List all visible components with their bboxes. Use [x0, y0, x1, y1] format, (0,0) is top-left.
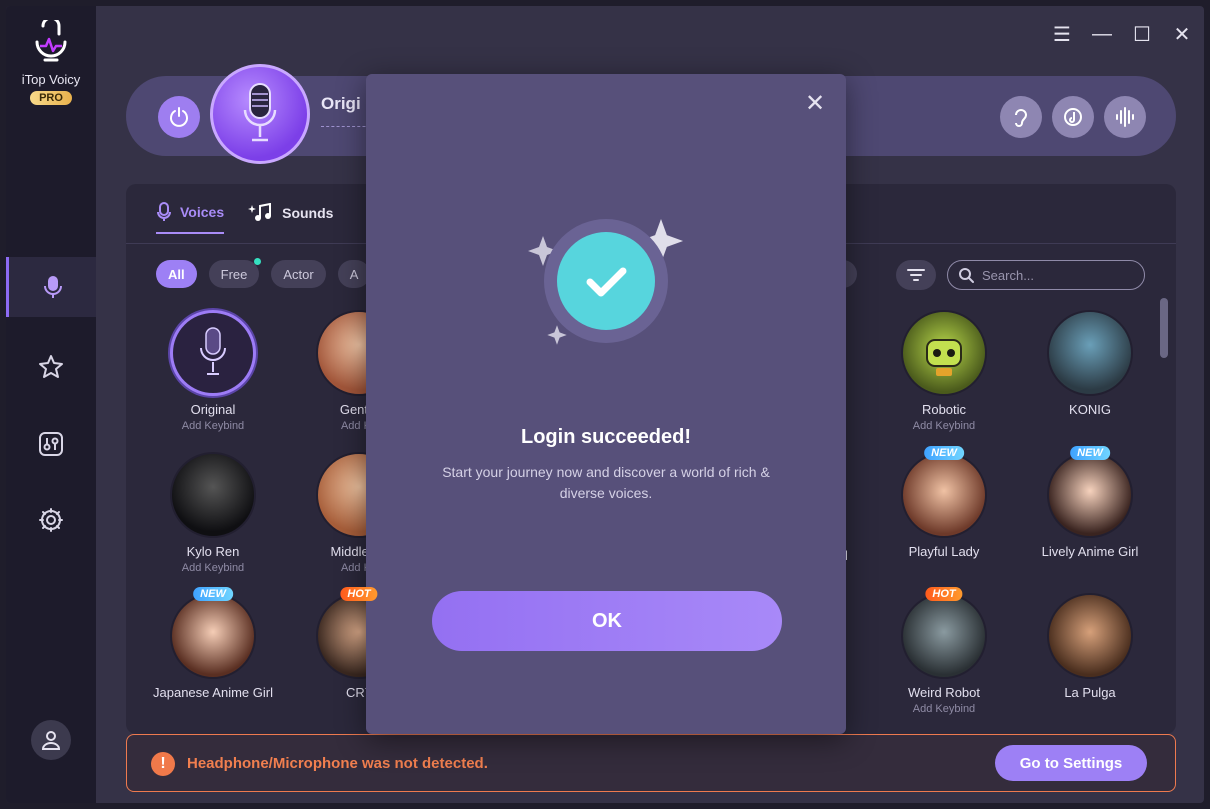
ear-icon[interactable] — [1000, 96, 1042, 138]
voice-avatar — [1047, 593, 1133, 679]
voice-avatar — [901, 310, 987, 396]
voice-card-lively-anime-girl[interactable]: NEW Lively Anime Girl — [1017, 446, 1163, 559]
hot-badge: HOT — [925, 587, 963, 601]
voice-name: La Pulga — [1064, 685, 1116, 700]
search-box[interactable] — [947, 260, 1145, 290]
device-alert-bar: ! Headphone/Microphone was not detected.… — [126, 734, 1176, 792]
app-window: iTop Voicy PRO ☰ — ☐ ✕ Origi Voices Soun… — [6, 6, 1204, 803]
nav-mixer[interactable] — [6, 414, 96, 474]
sort-filter-button[interactable] — [896, 260, 936, 290]
current-voice-name: Origi — [321, 94, 361, 113]
tab-sounds-label: Sounds — [282, 205, 334, 221]
brand-name: iTop Voicy — [21, 72, 81, 87]
star-sparkle-icon — [39, 355, 63, 378]
voice-avatar — [1047, 310, 1133, 396]
microphone-icon — [200, 327, 226, 375]
warning-icon: ! — [151, 752, 175, 776]
account-button[interactable] — [31, 720, 71, 760]
maximize-icon[interactable]: ☐ — [1132, 24, 1152, 46]
voice-card-la-pulga[interactable]: La Pulga — [1017, 593, 1163, 700]
voice-name: Original — [190, 402, 236, 417]
voice-name: Playful Lady — [908, 544, 980, 559]
subtitle-line-1: Start your journey now and discover a wo… — [442, 464, 770, 480]
sidebar: iTop Voicy PRO — [6, 6, 96, 803]
microphone-icon — [243, 83, 277, 142]
search-input[interactable] — [982, 267, 1132, 283]
nav-voices[interactable] — [6, 257, 96, 317]
voice-card-japanese-anime-girl[interactable]: NEW Japanese Anime Girl — [140, 587, 286, 700]
new-badge: NEW — [1070, 446, 1110, 460]
voice-name: KONIG — [1069, 402, 1111, 417]
voice-avatar — [170, 452, 256, 538]
add-keybind-link[interactable]: Add Keybind — [871, 420, 1017, 432]
filter-all[interactable]: All — [156, 260, 197, 288]
check-icon — [557, 232, 655, 330]
voice-card-playful-lady[interactable]: NEW Playful Lady — [871, 446, 1017, 559]
equalizer-icon — [39, 432, 63, 456]
tab-voices[interactable]: Voices — [156, 202, 225, 234]
new-badge: NEW — [193, 587, 233, 601]
tab-sounds[interactable]: Sounds — [248, 202, 333, 234]
new-dot — [254, 258, 262, 265]
power-icon — [170, 107, 188, 127]
dialog-title: Login succeeded! — [520, 426, 692, 448]
minimize-icon[interactable]: — — [1092, 23, 1112, 45]
current-voice-avatar — [210, 64, 310, 164]
menu-icon[interactable]: ☰ — [1052, 24, 1072, 46]
voice-name: Weird Robot — [907, 685, 980, 700]
voice-card-kylo-ren[interactable]: Kylo Ren Add Keybind — [140, 452, 286, 574]
voice-card-weird-robot[interactable]: HOT Weird Robot Add Keybind — [871, 587, 1017, 715]
voice-name: Kylo Ren — [186, 544, 240, 559]
waveform-icon[interactable] — [1104, 96, 1146, 138]
tab-bar: Voices Sounds — [156, 202, 333, 234]
success-badge — [544, 219, 668, 343]
voice-card-konig[interactable]: KONIG — [1017, 310, 1163, 420]
go-to-settings-button[interactable]: Go to Settings — [995, 745, 1147, 781]
user-icon — [41, 731, 61, 750]
tab-voices-label: Voices — [180, 204, 225, 220]
nav-settings[interactable] — [6, 490, 96, 550]
nav-effects[interactable] — [6, 337, 96, 397]
alert-message: Headphone/Microphone was not detected. — [187, 755, 488, 772]
add-keybind-link[interactable]: Add Keybind — [871, 703, 1017, 715]
filter-chips: All Free Actor A — [156, 258, 371, 288]
close-window-icon[interactable]: ✕ — [1172, 24, 1192, 46]
login-success-dialog: ✕ Login succeeded! Start your journey no… — [366, 74, 846, 734]
power-button[interactable] — [158, 96, 200, 138]
voice-avatar — [901, 593, 987, 679]
voice-avatar — [1047, 452, 1133, 538]
voice-name: Japanese Anime Girl — [153, 685, 273, 700]
filter-actor[interactable]: Actor — [271, 260, 326, 288]
close-icon[interactable]: ✕ — [804, 90, 826, 117]
music-sparkle-icon — [248, 203, 272, 221]
microphone-icon — [43, 276, 62, 298]
tool-icons — [1000, 96, 1146, 138]
filter-icon — [907, 269, 925, 281]
voice-card-original[interactable]: Original Add Keybind — [140, 310, 286, 432]
music-disc-icon[interactable] — [1052, 96, 1094, 138]
dialog-subtitle: Start your journey now and discover a wo… — [406, 462, 806, 504]
hot-badge: HOT — [340, 587, 378, 601]
new-badge: NEW — [924, 446, 964, 460]
robot-icon — [926, 339, 962, 376]
ok-button[interactable]: OK — [432, 591, 782, 651]
filter-free[interactable]: Free — [208, 258, 262, 288]
filter-free-label: Free — [220, 266, 248, 282]
voice-avatar — [170, 593, 256, 679]
voice-name: Lively Anime Girl — [1041, 544, 1139, 559]
voice-avatar — [901, 452, 987, 538]
app-logo: iTop Voicy PRO — [6, 20, 96, 106]
add-keybind-link[interactable]: Add Keybind — [140, 420, 286, 432]
pro-badge: PRO — [30, 91, 72, 105]
add-keybind-link[interactable]: Add Keybind — [140, 562, 286, 574]
logo-icon — [35, 20, 67, 62]
search-icon — [959, 268, 974, 283]
subtitle-line-2: diverse voices. — [559, 485, 653, 501]
voice-avatar — [170, 310, 256, 396]
voice-name: Robotic — [921, 402, 967, 417]
mic-icon — [157, 202, 171, 221]
gear-icon — [39, 508, 63, 532]
voice-card-robotic[interactable]: Robotic Add Keybind — [871, 310, 1017, 432]
window-controls: ☰ — ☐ ✕ — [1052, 23, 1192, 46]
